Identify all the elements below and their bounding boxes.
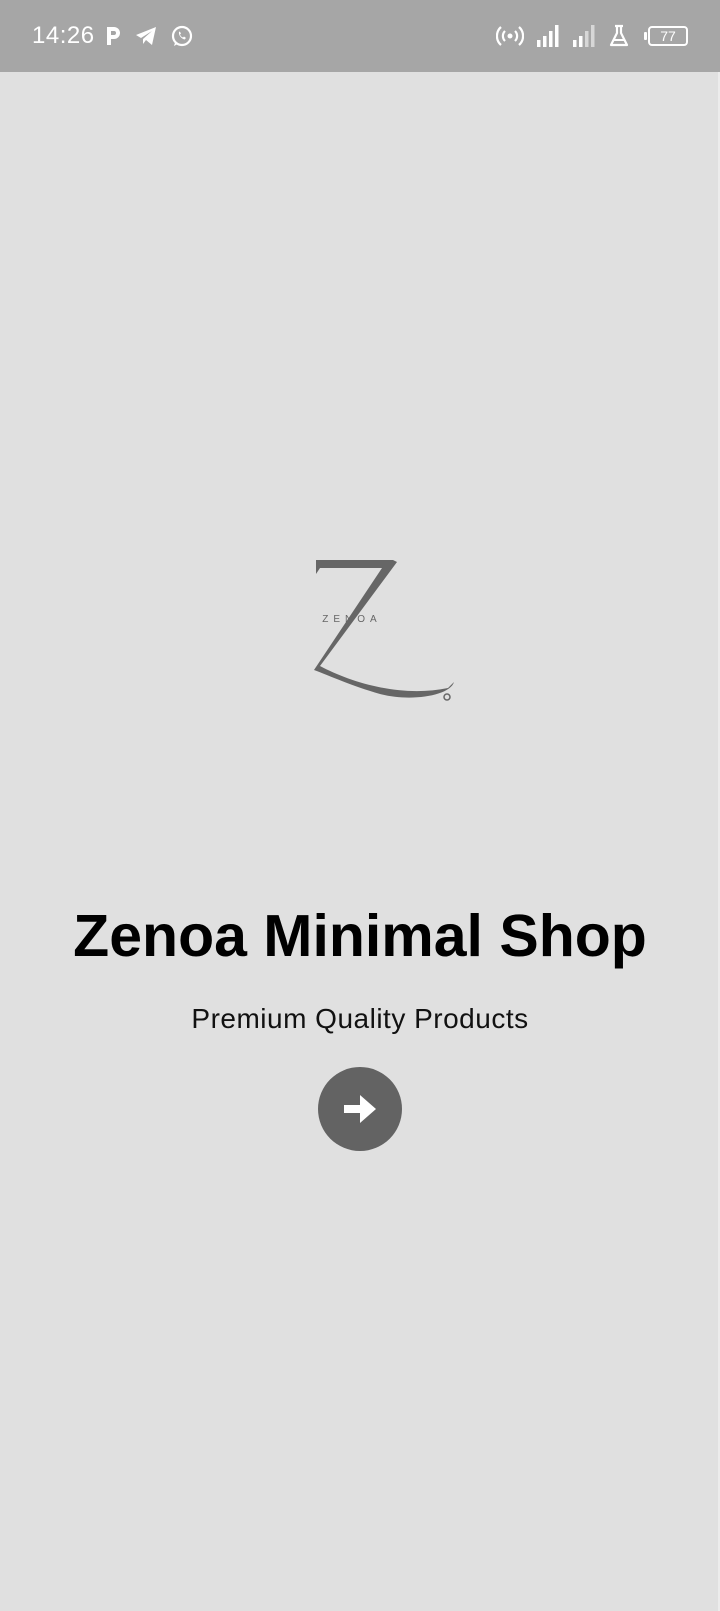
status-bar: 14:26 77 xyxy=(0,0,720,72)
system-icons: 77 xyxy=(496,21,688,51)
p-notification-icon xyxy=(107,27,120,45)
battery-level: 77 xyxy=(660,28,676,44)
battery-icon: 77 xyxy=(644,26,688,46)
signal-icon xyxy=(537,25,559,47)
zenoa-logo: ZENOA xyxy=(314,560,454,701)
whatsapp-icon xyxy=(171,25,193,47)
lab-flask-icon xyxy=(609,24,629,47)
next-button[interactable] xyxy=(318,1067,402,1151)
arrow-right-icon xyxy=(344,1095,376,1123)
status-time: 14:26 xyxy=(32,22,95,49)
page-subtitle: Premium Quality Products xyxy=(191,1003,529,1034)
notification-icons xyxy=(104,22,194,50)
signal-icon xyxy=(573,25,595,47)
page-title: Zenoa Minimal Shop xyxy=(73,903,647,969)
logo-wordmark: ZENOA xyxy=(322,614,381,625)
telegram-icon xyxy=(136,27,156,45)
hotspot-icon xyxy=(496,26,524,46)
